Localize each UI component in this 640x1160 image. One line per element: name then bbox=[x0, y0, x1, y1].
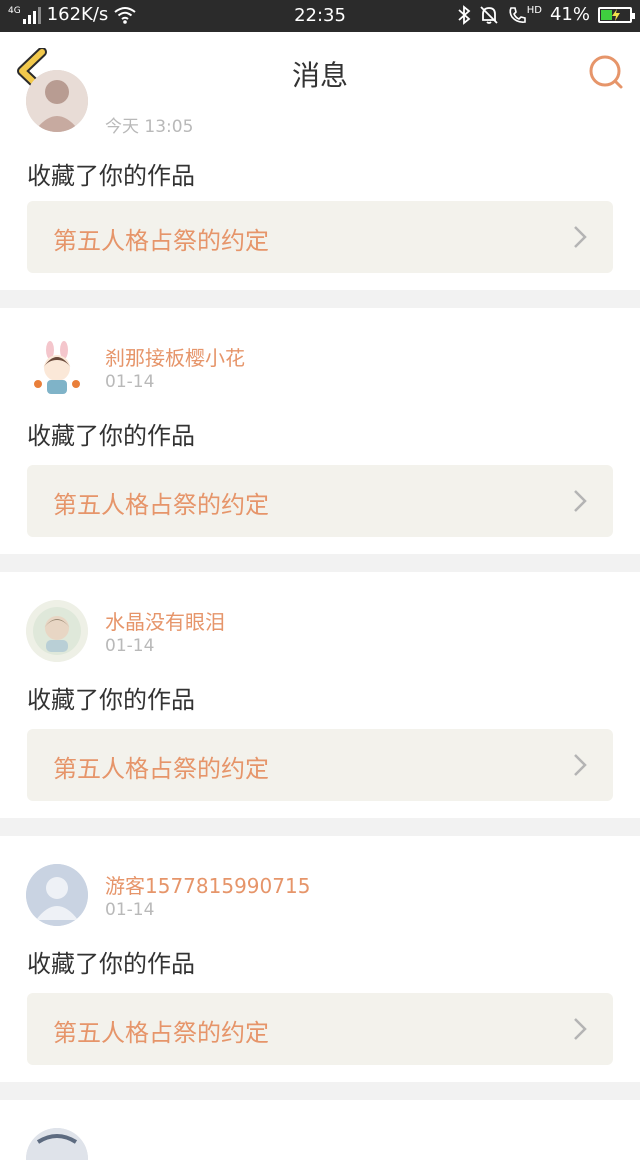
username[interactable]: 游客1577815990715 bbox=[105, 870, 310, 899]
message-card: 水晶没有眼泪 01-14 收藏了你的作品 第五人格占祭的约定 bbox=[0, 572, 640, 818]
work-link[interactable]: 第五人格占祭的约定 bbox=[27, 201, 613, 273]
default-avatar-icon bbox=[26, 864, 88, 926]
work-title: 第五人格占祭的约定 bbox=[53, 491, 269, 519]
hd-label: HD bbox=[526, 4, 542, 16]
search-button[interactable] bbox=[586, 52, 626, 92]
message-date: 01-14 bbox=[105, 372, 155, 392]
message-action: 收藏了你的作品 bbox=[27, 950, 195, 978]
username[interactable]: 刹那接板樱小花 bbox=[105, 342, 245, 371]
work-link[interactable]: 第五人格占祭的约定 bbox=[27, 465, 613, 537]
status-bar: 4G 162K/s 22:35 HD 41% bbox=[0, 0, 640, 32]
chevron-right-icon bbox=[574, 1018, 587, 1040]
battery-percent: 41% bbox=[549, 4, 590, 25]
message-date: 01-14 bbox=[105, 900, 155, 920]
avatar[interactable] bbox=[26, 338, 88, 400]
bluetooth-icon bbox=[458, 4, 471, 25]
call-hd-icon: HD bbox=[507, 5, 542, 25]
search-icon bbox=[589, 55, 623, 89]
message-action: 收藏了你的作品 bbox=[27, 686, 195, 714]
chevron-right-icon bbox=[574, 490, 587, 512]
message-date: 01-14 bbox=[105, 636, 155, 656]
username[interactable]: 水晶没有眼泪 bbox=[105, 606, 225, 635]
avatar[interactable] bbox=[26, 600, 88, 662]
chevron-right-icon bbox=[574, 226, 587, 248]
work-title: 第五人格占祭的约定 bbox=[53, 227, 269, 255]
battery-icon bbox=[598, 6, 635, 23]
message-card bbox=[0, 1100, 640, 1160]
mute-icon bbox=[480, 5, 498, 24]
page-title: 消息 bbox=[291, 59, 348, 92]
work-title: 第五人格占祭的约定 bbox=[53, 755, 269, 783]
message-card: 刹那接板樱小花 01-14 收藏了你的作品 第五人格占祭的约定 bbox=[0, 308, 640, 554]
message-action: 收藏了你的作品 bbox=[27, 422, 195, 450]
work-link[interactable]: 第五人格占祭的约定 bbox=[27, 993, 613, 1065]
avatar[interactable] bbox=[26, 70, 88, 132]
avatar[interactable] bbox=[26, 864, 88, 926]
work-link[interactable]: 第五人格占祭的约定 bbox=[27, 729, 613, 801]
work-title: 第五人格占祭的约定 bbox=[53, 1019, 269, 1047]
avatar[interactable] bbox=[26, 1128, 88, 1160]
message-action: 收藏了你的作品 bbox=[27, 162, 195, 190]
message-date: 今天 13:05 bbox=[105, 117, 194, 137]
message-card: 今天 13:05 收藏了你的作品 第五人格占祭的约定 bbox=[0, 70, 640, 290]
chevron-right-icon bbox=[574, 754, 587, 776]
message-card: 游客1577815990715 01-14 收藏了你的作品 第五人格占祭的约定 bbox=[0, 836, 640, 1082]
